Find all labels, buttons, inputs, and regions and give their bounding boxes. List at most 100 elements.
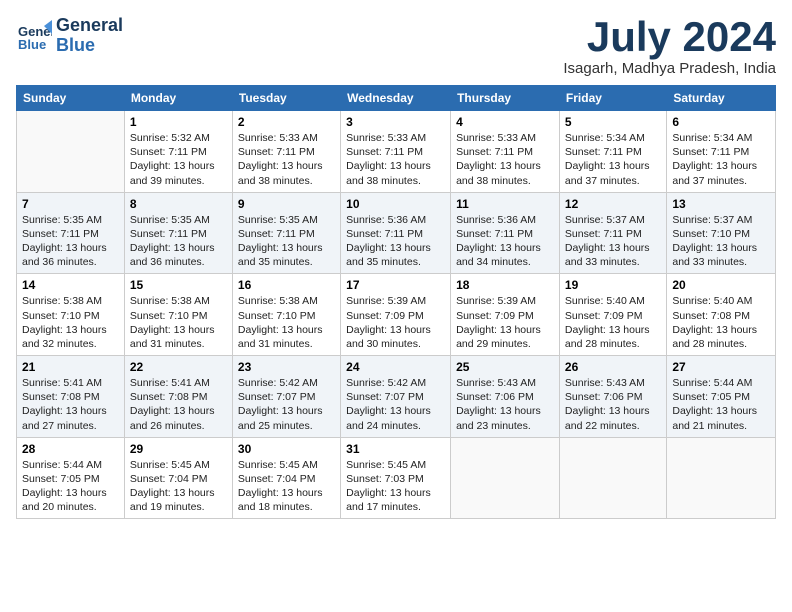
logo: General Blue General Blue: [16, 16, 123, 56]
column-header-sunday: Sunday: [17, 86, 125, 111]
calendar-cell: 14 Sunrise: 5:38 AM Sunset: 7:10 PM Dayli…: [17, 274, 125, 356]
calendar-cell: 13 Sunrise: 5:37 AM Sunset: 7:10 PM Dayli…: [667, 192, 776, 274]
day-info: Sunrise: 5:36 AM Sunset: 7:11 PM Dayligh…: [456, 213, 554, 270]
day-info: Sunrise: 5:40 AM Sunset: 7:09 PM Dayligh…: [565, 294, 661, 351]
calendar-week-row: 1 Sunrise: 5:32 AM Sunset: 7:11 PM Daylig…: [17, 111, 776, 193]
calendar-cell: 26 Sunrise: 5:43 AM Sunset: 7:06 PM Dayli…: [559, 356, 666, 438]
page-header: General Blue General Blue July 2024 Isag…: [16, 16, 776, 77]
day-number: 23: [238, 360, 335, 374]
calendar-cell: [17, 111, 125, 193]
logo-icon: General Blue: [16, 18, 52, 54]
calendar-cell: 1 Sunrise: 5:32 AM Sunset: 7:11 PM Daylig…: [124, 111, 232, 193]
day-number: 25: [456, 360, 554, 374]
calendar-cell: 10Sunrise: 5:36 AM Sunset: 7:11 PM Dayli…: [341, 192, 451, 274]
day-number: 10: [346, 197, 445, 211]
calendar-header-row: SundayMondayTuesdayWednesdayThursdayFrid…: [17, 86, 776, 111]
column-header-saturday: Saturday: [667, 86, 776, 111]
calendar-cell: 6 Sunrise: 5:34 AM Sunset: 7:11 PM Daylig…: [667, 111, 776, 193]
day-number: 27: [672, 360, 770, 374]
day-info: Sunrise: 5:41 AM Sunset: 7:08 PM Dayligh…: [130, 376, 227, 433]
calendar-cell: 2 Sunrise: 5:33 AM Sunset: 7:11 PM Daylig…: [232, 111, 340, 193]
day-info: Sunrise: 5:45 AM Sunset: 7:04 PM Dayligh…: [130, 458, 227, 515]
day-number: 14: [22, 278, 119, 292]
calendar-cell: 17 Sunrise: 5:39 AM Sunset: 7:09 PM Dayli…: [341, 274, 451, 356]
calendar-cell: 3Sunrise: 5:33 AM Sunset: 7:11 PM Daylig…: [341, 111, 451, 193]
day-number: 15: [130, 278, 227, 292]
day-info: Sunrise: 5:43 AM Sunset: 7:06 PM Dayligh…: [456, 376, 554, 433]
day-number: 9: [238, 197, 335, 211]
day-info: Sunrise: 5:34 AM Sunset: 7:11 PM Dayligh…: [672, 131, 770, 188]
day-number: 13: [672, 197, 770, 211]
day-number: 29: [130, 442, 227, 456]
day-info: Sunrise: 5:33 AM Sunset: 7:11 PM Dayligh…: [238, 131, 335, 188]
day-info: Sunrise: 5:45 AM Sunset: 7:03 PM Dayligh…: [346, 458, 445, 515]
calendar-cell: [451, 437, 560, 519]
calendar-cell: 7 Sunrise: 5:35 AM Sunset: 7:11 PM Daylig…: [17, 192, 125, 274]
logo-text: General Blue: [56, 16, 123, 56]
day-number: 12: [565, 197, 661, 211]
calendar-cell: 5Sunrise: 5:34 AM Sunset: 7:11 PM Daylig…: [559, 111, 666, 193]
calendar-week-row: 7 Sunrise: 5:35 AM Sunset: 7:11 PM Daylig…: [17, 192, 776, 274]
column-header-monday: Monday: [124, 86, 232, 111]
day-info: Sunrise: 5:41 AM Sunset: 7:08 PM Dayligh…: [22, 376, 119, 433]
day-info: Sunrise: 5:38 AM Sunset: 7:10 PM Dayligh…: [238, 294, 335, 351]
day-number: 30: [238, 442, 335, 456]
calendar-cell: 23 Sunrise: 5:42 AM Sunset: 7:07 PM Dayli…: [232, 356, 340, 438]
calendar-cell: 9 Sunrise: 5:35 AM Sunset: 7:11 PM Daylig…: [232, 192, 340, 274]
calendar-cell: 21 Sunrise: 5:41 AM Sunset: 7:08 PM Dayli…: [17, 356, 125, 438]
day-number: 1: [130, 115, 227, 129]
day-number: 21: [22, 360, 119, 374]
day-info: Sunrise: 5:43 AM Sunset: 7:06 PM Dayligh…: [565, 376, 661, 433]
day-info: Sunrise: 5:35 AM Sunset: 7:11 PM Dayligh…: [22, 213, 119, 270]
day-number: 7: [22, 197, 119, 211]
day-info: Sunrise: 5:39 AM Sunset: 7:09 PM Dayligh…: [346, 294, 445, 351]
calendar-cell: 31 Sunrise: 5:45 AM Sunset: 7:03 PM Dayli…: [341, 437, 451, 519]
day-number: 31: [346, 442, 445, 456]
day-info: Sunrise: 5:32 AM Sunset: 7:11 PM Dayligh…: [130, 131, 227, 188]
day-number: 20: [672, 278, 770, 292]
day-number: 19: [565, 278, 661, 292]
column-header-wednesday: Wednesday: [341, 86, 451, 111]
calendar-cell: 29 Sunrise: 5:45 AM Sunset: 7:04 PM Dayli…: [124, 437, 232, 519]
column-header-friday: Friday: [559, 86, 666, 111]
column-header-tuesday: Tuesday: [232, 86, 340, 111]
calendar-cell: 20Sunrise: 5:40 AM Sunset: 7:08 PM Dayli…: [667, 274, 776, 356]
day-number: 3: [346, 115, 445, 129]
calendar-cell: 15 Sunrise: 5:38 AM Sunset: 7:10 PM Dayli…: [124, 274, 232, 356]
column-header-thursday: Thursday: [451, 86, 560, 111]
day-info: Sunrise: 5:35 AM Sunset: 7:11 PM Dayligh…: [238, 213, 335, 270]
day-info: Sunrise: 5:39 AM Sunset: 7:09 PM Dayligh…: [456, 294, 554, 351]
day-number: 4: [456, 115, 554, 129]
day-info: Sunrise: 5:44 AM Sunset: 7:05 PM Dayligh…: [672, 376, 770, 433]
day-number: 26: [565, 360, 661, 374]
calendar-cell: 30Sunrise: 5:45 AM Sunset: 7:04 PM Dayli…: [232, 437, 340, 519]
calendar-cell: 18Sunrise: 5:39 AM Sunset: 7:09 PM Dayli…: [451, 274, 560, 356]
calendar-week-row: 14 Sunrise: 5:38 AM Sunset: 7:10 PM Dayli…: [17, 274, 776, 356]
calendar-cell: 19 Sunrise: 5:40 AM Sunset: 7:09 PM Dayli…: [559, 274, 666, 356]
day-number: 16: [238, 278, 335, 292]
calendar-table: SundayMondayTuesdayWednesdayThursdayFrid…: [16, 85, 776, 519]
calendar-cell: 4Sunrise: 5:33 AM Sunset: 7:11 PM Daylig…: [451, 111, 560, 193]
day-info: Sunrise: 5:37 AM Sunset: 7:11 PM Dayligh…: [565, 213, 661, 270]
day-info: Sunrise: 5:35 AM Sunset: 7:11 PM Dayligh…: [130, 213, 227, 270]
title-block: July 2024 Isagarh, Madhya Pradesh, India: [563, 16, 776, 77]
month-title: July 2024: [563, 16, 776, 58]
day-info: Sunrise: 5:34 AM Sunset: 7:11 PM Dayligh…: [565, 131, 661, 188]
calendar-cell: 24Sunrise: 5:42 AM Sunset: 7:07 PM Dayli…: [341, 356, 451, 438]
day-number: 6: [672, 115, 770, 129]
day-number: 2: [238, 115, 335, 129]
day-info: Sunrise: 5:38 AM Sunset: 7:10 PM Dayligh…: [130, 294, 227, 351]
calendar-cell: [667, 437, 776, 519]
day-info: Sunrise: 5:37 AM Sunset: 7:10 PM Dayligh…: [672, 213, 770, 270]
day-number: 22: [130, 360, 227, 374]
day-info: Sunrise: 5:44 AM Sunset: 7:05 PM Dayligh…: [22, 458, 119, 515]
calendar-cell: 11Sunrise: 5:36 AM Sunset: 7:11 PM Dayli…: [451, 192, 560, 274]
calendar-cell: 12 Sunrise: 5:37 AM Sunset: 7:11 PM Dayli…: [559, 192, 666, 274]
svg-text:Blue: Blue: [18, 37, 46, 52]
day-info: Sunrise: 5:38 AM Sunset: 7:10 PM Dayligh…: [22, 294, 119, 351]
calendar-cell: 8Sunrise: 5:35 AM Sunset: 7:11 PM Daylig…: [124, 192, 232, 274]
calendar-week-row: 28Sunrise: 5:44 AM Sunset: 7:05 PM Dayli…: [17, 437, 776, 519]
day-number: 17: [346, 278, 445, 292]
day-info: Sunrise: 5:42 AM Sunset: 7:07 PM Dayligh…: [238, 376, 335, 433]
location-subtitle: Isagarh, Madhya Pradesh, India: [563, 60, 776, 77]
